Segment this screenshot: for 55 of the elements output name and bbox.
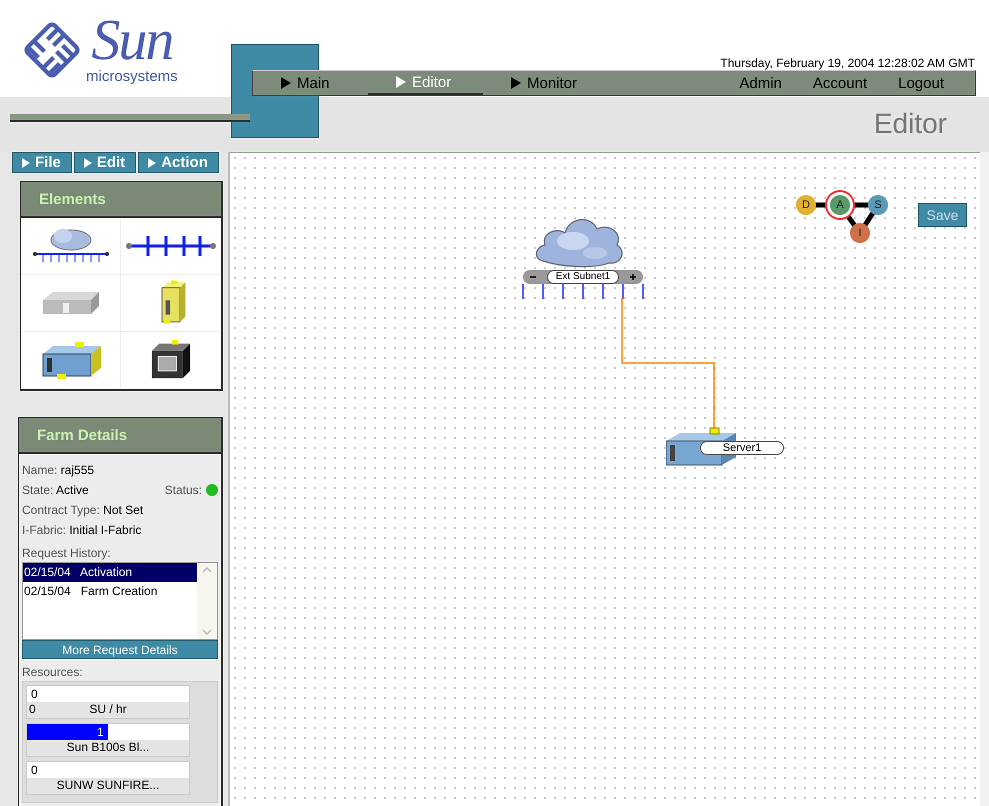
resource-label: Sun B100s Bl... [66,740,150,754]
detail-text: State: Active [22,483,89,497]
detail-text: I-Fabric: Initial I-Fabric [22,523,142,537]
history-row[interactable]: 02/15/04 Farm Creation [23,582,197,601]
caret-icon [396,76,406,88]
workflow-step[interactable]: D [796,195,816,215]
caret-icon [281,77,291,89]
menu-button[interactable]: File [12,152,72,173]
resource-value: 0 [31,763,38,777]
node-label: Server1 [700,441,784,455]
detail-text: Contract Type: Not Set [22,503,144,517]
palette-item[interactable] [121,218,221,275]
caret-icon [148,158,156,168]
palette-item[interactable] [21,332,121,389]
palette-item[interactable] [121,332,221,389]
workflow-step[interactable]: I [850,223,870,243]
resource-amount: 0 [29,702,36,716]
resource-value: 0 [31,687,38,701]
status-label: Status: [164,483,202,497]
caret-icon [84,158,92,168]
scroll-down-icon [202,629,212,635]
vlan-icon [126,234,216,258]
section-label: Resources: [22,665,84,679]
scrollbar[interactable] [980,152,989,806]
plus-icon[interactable] [628,273,637,281]
menu-button[interactable]: Action [138,152,219,173]
more-details-button[interactable]: More Request Details [22,640,218,659]
panel-title: Elements [39,190,106,208]
resource-label: SU / hr [89,702,127,716]
detail-text: Name: raj555 [22,463,94,477]
palette-item[interactable] [21,218,121,275]
resource-value: 1 [97,725,104,739]
section-label: Request History: [22,546,112,560]
resource-label: SUNW SUNFIRE... [56,778,160,792]
date-time: Thursday, February 19, 2004 12:28:02 AM GMT [720,56,975,70]
caret-icon [511,77,521,89]
nav-link[interactable]: Account [812,74,868,92]
panel-title: Farm Details [37,426,128,444]
scroll-up-icon [202,567,212,573]
node-label: Ext Subnet1 [546,270,620,284]
menu-button[interactable]: Edit [74,152,136,173]
subnet-bar[interactable]: Ext Subnet1 [523,270,643,284]
nav-tab[interactable]: Main [253,71,368,95]
nav-link[interactable]: Admin [739,74,782,92]
nav-tab[interactable]: Editor [368,71,483,95]
nav-tab[interactable]: Monitor [483,71,598,95]
nav-link[interactable]: Logout [898,74,944,92]
workflow-step[interactable]: S [868,195,888,215]
page-title: Editor [874,108,947,140]
workflow-step[interactable]: A [830,195,850,215]
logo-tagline: microsystems [86,68,178,85]
history-row[interactable]: 02/15/04 Activation [23,563,197,582]
logo-brand: Sun [91,14,172,66]
scrollbar[interactable] [197,563,217,639]
caret-icon [22,158,30,168]
